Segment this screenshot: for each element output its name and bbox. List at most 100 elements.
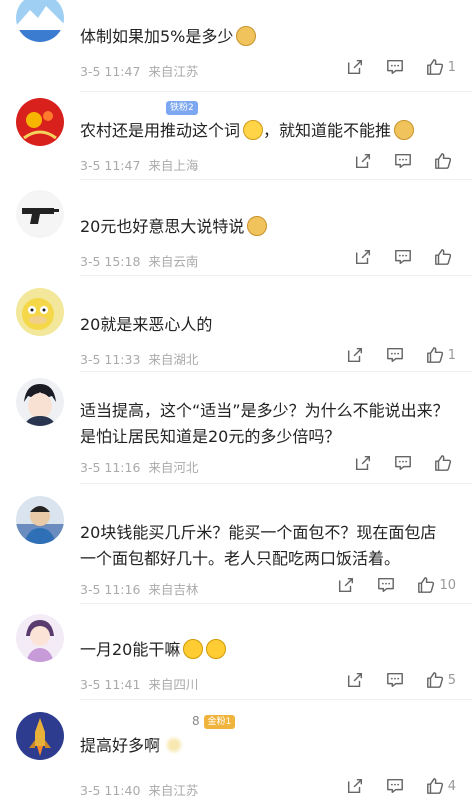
comment-actions: 1 xyxy=(324,58,456,76)
comment-meta: 3-5 11:47 来自上海 xyxy=(80,155,206,174)
comment-text: 体制如果加5%是多少 xyxy=(80,24,452,50)
comment-icon xyxy=(378,577,395,593)
comment-text: 适当提高，这个“适当”是多少？为什么不能说出来？是怕让居民知道是20元的多少倍吗… xyxy=(80,401,449,446)
doll-avatar[interactable] xyxy=(16,614,64,662)
like-button[interactable] xyxy=(434,152,456,170)
thumbs-up-icon xyxy=(426,347,443,363)
share-button[interactable] xyxy=(346,58,364,76)
comment-text: 20块钱能买几斤米？能买一个面包不？现在面包店一个面包都好几十。老人只配吃两口饭… xyxy=(80,523,437,568)
reply-button[interactable] xyxy=(394,152,412,170)
comment-item: 8 金粉1 提高好多啊 3-5 11:40 来自江苏 4 xyxy=(0,700,472,800)
comment-icon xyxy=(395,153,411,169)
share-icon xyxy=(347,347,362,363)
reply-button[interactable] xyxy=(386,777,404,795)
comment-time: 3-5 11:41 xyxy=(80,677,141,692)
reply-button[interactable] xyxy=(377,576,395,594)
share-icon xyxy=(347,672,362,688)
share-button[interactable] xyxy=(337,576,355,594)
reply-button[interactable] xyxy=(386,58,404,76)
comment-time: 3-5 11:47 xyxy=(80,64,141,79)
reply-button[interactable] xyxy=(394,248,412,266)
thumbs-up-icon xyxy=(426,778,443,794)
comment-location: 来自河北 xyxy=(148,460,199,475)
comment-text: 一月20能干嘛 xyxy=(80,637,452,663)
pistol-avatar[interactable] xyxy=(16,190,64,238)
comment-location: 来自四川 xyxy=(148,677,199,692)
comment-time: 3-5 11:47 xyxy=(80,158,141,173)
comment-item: 20元也好意思大说特说 3-5 15:18 来自云南 xyxy=(0,180,472,276)
username[interactable]: 8 金粉1 xyxy=(80,714,236,729)
comment-item: 适当提高，这个“适当”是多少？为什么不能说出来？是怕让居民知道是20元的多少倍吗… xyxy=(0,372,472,484)
share-icon xyxy=(355,153,371,169)
cry-laugh-emoji xyxy=(243,120,264,140)
comment-text: 农村还是用推动这个词 ，就知道能不能推 xyxy=(80,118,452,144)
share-button[interactable] xyxy=(346,777,364,795)
comment-item: 体制如果加5%是多少 3-5 11:47 来自江苏 1 xyxy=(0,0,472,92)
comment-location: 来自吉林 xyxy=(148,582,199,597)
mountain-lake-avatar[interactable] xyxy=(16,0,64,42)
comment-icon xyxy=(386,672,403,688)
reply-button[interactable] xyxy=(386,346,404,364)
doge-emoji xyxy=(247,216,268,236)
psyduck-avatar[interactable] xyxy=(16,288,64,336)
like-count: 1 xyxy=(447,59,456,75)
laugh-emoji xyxy=(206,639,227,659)
like-button[interactable]: 10 xyxy=(417,576,456,594)
share-button[interactable] xyxy=(346,346,364,364)
comment-time: 3-5 11:16 xyxy=(80,582,141,597)
like-button[interactable]: 1 xyxy=(426,58,456,76)
doge-emoji xyxy=(236,26,257,46)
comment-text: 20就是来恶心人的 xyxy=(80,315,213,334)
laugh-emoji xyxy=(183,639,204,659)
comment-meta: 3-5 11:41 来自四川 xyxy=(80,674,206,693)
thumbs-up-icon xyxy=(435,455,452,471)
like-count: 1 xyxy=(447,347,456,363)
comment-icon xyxy=(386,778,403,794)
like-button[interactable]: 1 xyxy=(426,346,456,364)
reply-button[interactable] xyxy=(386,671,404,689)
anime-boy-avatar[interactable] xyxy=(16,378,64,426)
like-button[interactable] xyxy=(434,454,456,472)
comment-text: 提高好多啊 xyxy=(80,733,452,759)
like-count: 4 xyxy=(447,778,456,794)
comment-actions: 5 xyxy=(324,671,456,689)
username[interactable]: 铁粉2 xyxy=(80,100,198,115)
comment-meta: 3-5 11:16 来自河北 xyxy=(80,457,206,476)
comment-meta: 3-5 11:16 来自吉林 xyxy=(80,579,206,598)
thumbs-up-icon xyxy=(418,577,435,593)
sparkle-emoji xyxy=(164,736,185,754)
share-button[interactable] xyxy=(354,454,372,472)
man-photo-avatar[interactable] xyxy=(16,496,64,544)
comment-time: 3-5 11:40 xyxy=(80,783,141,798)
comment-location: 来自江苏 xyxy=(148,783,199,798)
share-button[interactable] xyxy=(354,248,372,266)
comment-meta: 3-5 11:40 来自江苏 xyxy=(80,780,206,799)
comment-item: 一月20能干嘛 3-5 11:41 来自四川 5 xyxy=(0,604,472,700)
thumbs-up-icon xyxy=(435,249,452,265)
share-icon xyxy=(355,455,371,471)
comment-actions: 10 xyxy=(315,576,456,594)
red-pattern-avatar[interactable] xyxy=(16,98,64,146)
thumbs-up-icon xyxy=(426,672,443,688)
comment-actions xyxy=(332,248,456,266)
share-icon xyxy=(347,778,362,794)
doge-emoji xyxy=(394,120,415,140)
comment-meta: 3-5 11:47 来自江苏 xyxy=(80,61,206,80)
like-button[interactable]: 5 xyxy=(426,671,456,689)
comment-location: 来自云南 xyxy=(148,254,199,269)
comment-icon xyxy=(395,455,411,471)
comment-icon xyxy=(395,249,411,265)
share-button[interactable] xyxy=(346,671,364,689)
reply-button[interactable] xyxy=(394,454,412,472)
thumbs-up-icon xyxy=(435,153,452,169)
rocket-avatar[interactable] xyxy=(16,712,64,760)
share-button[interactable] xyxy=(354,152,372,170)
thumbs-up-icon xyxy=(426,59,443,75)
comment-list: 体制如果加5%是多少 3-5 11:47 来自江苏 1 铁粉2 农村还是用推动这个… xyxy=(0,0,472,800)
like-button[interactable] xyxy=(434,248,456,266)
comment-icon xyxy=(386,347,403,363)
comment-icon xyxy=(386,59,403,75)
comment-meta: 3-5 11:33 来自湖北 xyxy=(80,349,206,368)
like-button[interactable]: 4 xyxy=(426,777,456,795)
share-icon xyxy=(339,577,354,593)
